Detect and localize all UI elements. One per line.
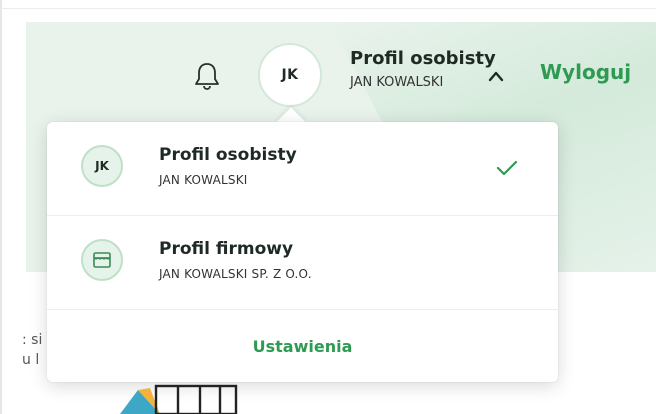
page-left-border [0, 0, 2, 414]
chevron-up-icon[interactable] [487, 68, 505, 82]
profile-switcher[interactable]: Profil osobisty JAN KOWALSKI [350, 48, 510, 94]
checkmark-icon [495, 159, 519, 177]
current-profile-user: JAN KOWALSKI [350, 75, 444, 90]
profile-option-business[interactable]: Profil firmowy JAN KOWALSKI SP. Z O.O. [47, 216, 558, 310]
profile-option-subtitle: JAN KOWALSKI SP. Z O.O. [159, 267, 312, 281]
bell-icon[interactable] [192, 60, 222, 92]
profile-option-subtitle: JAN KOWALSKI [159, 173, 248, 187]
background-illustration [120, 382, 250, 414]
current-profile-name: Profil osobisty [350, 48, 496, 69]
settings-link[interactable]: Ustawienia [47, 310, 558, 382]
user-avatar[interactable]: JK [258, 43, 322, 107]
background-text: : si u l [22, 330, 46, 370]
avatar-initials: JK [281, 67, 299, 83]
profile-option-title: Profil firmowy [159, 239, 294, 259]
profile-avatar-initials: JK [95, 159, 109, 173]
background-text-line: u l [22, 352, 40, 368]
shop-icon [81, 239, 123, 281]
page-top-border [0, 8, 656, 9]
profile-dropdown: JK Profil osobisty JAN KOWALSKI Profil f… [47, 122, 558, 382]
logout-button[interactable]: Wyloguj [540, 60, 631, 84]
profile-option-title: Profil osobisty [159, 145, 297, 165]
background-text-line: : si [22, 332, 43, 348]
profile-option-personal[interactable]: JK Profil osobisty JAN KOWALSKI [47, 122, 558, 216]
profile-avatar: JK [81, 145, 123, 187]
